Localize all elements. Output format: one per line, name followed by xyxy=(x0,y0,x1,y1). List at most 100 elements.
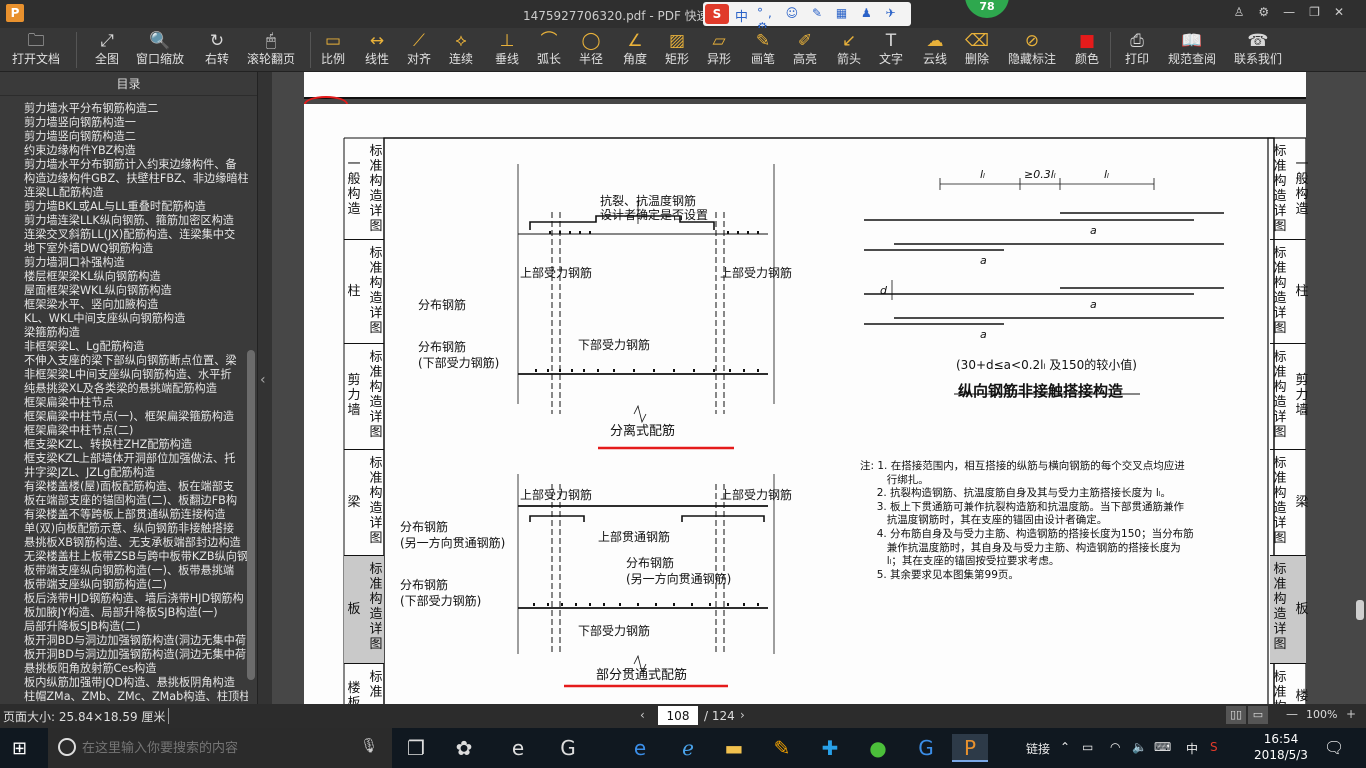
cortana-icon[interactable] xyxy=(58,738,76,756)
right-tab[interactable]: 楼标准构造 xyxy=(1270,664,1308,704)
windows-start-icon[interactable]: ⊞ xyxy=(12,738,27,759)
close-button[interactable]: ✕ xyxy=(1334,5,1358,19)
file-explorer-icon[interactable]: ▬ xyxy=(716,734,752,762)
toc-item[interactable]: 有梁楼盖楼(屋)面板配筋构造、板在端部支 xyxy=(24,480,248,494)
left-tab[interactable]: 一般构造 标准构造详图 xyxy=(344,138,384,240)
keyboard-icon[interactable]: ⌨ xyxy=(1154,740,1171,754)
left-tab[interactable]: 剪力墙 标准构造详图 xyxy=(344,344,384,450)
toc-item[interactable]: 连梁交叉斜筋LL(JX)配筋构造、连梁集中交 xyxy=(24,228,248,242)
volume-icon[interactable]: 🔈 xyxy=(1132,740,1147,754)
left-tab[interactable]: 楼板 标准 xyxy=(344,664,384,704)
toolbar-color-button[interactable]: ■ 颜色 xyxy=(1072,30,1102,70)
toc-item[interactable]: 柱帽ZMa、ZMb、ZMc、ZMab构造、柱顶柱帽 xyxy=(24,690,248,704)
toc-item[interactable]: 单(双)向板配筋示意、纵向钢筋非接触搭接 xyxy=(24,522,248,536)
toolbar-rect-button[interactable]: ▨ 矩形 xyxy=(662,30,692,70)
toc-item[interactable]: 板后浇带HJD钢筋构造、墙后浇带HJD钢筋构 xyxy=(24,592,248,606)
toolbar-eraser-button[interactable]: ⌫ 删除 xyxy=(962,30,992,70)
clock[interactable]: 16:54 2018/5/3 xyxy=(1250,731,1312,763)
toc-item[interactable]: 非框架梁L、Lg配筋构造 xyxy=(24,340,248,354)
sidebar-scrollbar[interactable] xyxy=(247,350,255,680)
wifi-icon[interactable]: ◠ xyxy=(1110,740,1120,754)
single-page-icon[interactable]: ▭ xyxy=(1248,706,1268,724)
app-logo-icon[interactable]: P xyxy=(6,4,24,22)
toc-item[interactable]: KL、WKL中间支座纵向钢筋构造 xyxy=(24,312,248,326)
toc-item[interactable]: 剪力墙洞口补强构造 xyxy=(24,256,248,270)
toc-item[interactable]: 非框架梁L中间支座纵向钢筋构造、水平折 xyxy=(24,368,248,382)
toc-item[interactable]: 地下室外墙DWQ钢筋构造 xyxy=(24,242,248,256)
ime-mode[interactable]: 中 xyxy=(735,6,748,25)
toc-item[interactable]: 剪力墙BKL或AL与LL重叠时配筋构造 xyxy=(24,200,248,214)
prev-page-button[interactable]: ‹ xyxy=(640,708,645,722)
pdf-viewer-task-icon[interactable]: P xyxy=(952,734,988,762)
toolbar-align-button[interactable]: ⟋ 对齐 xyxy=(404,30,434,70)
toolbar-print-button[interactable]: ⎙ 打印 xyxy=(1122,30,1152,70)
view-mode-toggle[interactable]: ▯▯ ▭ xyxy=(1226,706,1274,726)
toolbar-continuous-button[interactable]: ⟡ 连续 xyxy=(446,30,476,70)
toc-item[interactable]: 悬挑板阳角放射筋Ces构造 xyxy=(24,662,248,676)
toc-item[interactable]: 框架扁梁中柱节点 xyxy=(24,396,248,410)
toc-item[interactable]: 有梁楼盖不等跨板上部贯通纵筋连接构造 xyxy=(24,508,248,522)
toolbar-radius-button[interactable]: ◯ 半径 xyxy=(576,30,606,70)
edge-icon[interactable]: e xyxy=(622,734,658,762)
toc-item[interactable]: 纯悬挑梁XL及各类梁的悬挑端配筋构造 xyxy=(24,382,248,396)
taskbar-search-input[interactable] xyxy=(82,738,352,758)
toolbar-hide-button[interactable]: ⊘ 隐藏标注 xyxy=(1006,30,1058,70)
minimize-button[interactable]: — xyxy=(1283,5,1309,19)
microphone-icon[interactable]: 🎙 xyxy=(360,738,378,754)
toolbar-perpendicular-button[interactable]: ⊥ 垂线 xyxy=(492,30,522,70)
sogou-tray-icon[interactable]: S xyxy=(1210,740,1218,754)
toc-item[interactable]: 屋面框架梁WKL纵向钢筋构造 xyxy=(24,284,248,298)
app-green-icon[interactable]: ● xyxy=(860,734,896,762)
toolbar-arc-button[interactable]: ⌒ 弧长 xyxy=(534,30,564,70)
toc-item[interactable]: 不伸入支座的梁下部纵向钢筋断点位置、梁 xyxy=(24,354,248,368)
links-toolbar[interactable]: 链接 xyxy=(1026,740,1050,757)
toc-item[interactable]: 板加腋JY构造、局部升降板SJB构造(一) xyxy=(24,606,248,620)
page-number-input[interactable] xyxy=(658,706,698,725)
right-tab[interactable]: 梁标准构造详图 xyxy=(1270,450,1309,556)
right-tab[interactable]: 柱标准构造详图 xyxy=(1270,240,1309,344)
sogou-icon[interactable]: S xyxy=(705,4,729,24)
toolbar-arrow-button[interactable]: ↙ 箭头 xyxy=(834,30,864,70)
zoom-in-button[interactable]: + xyxy=(1346,707,1356,721)
toolbar-scale-button[interactable]: ▭ 比例 xyxy=(318,30,348,70)
task-view-icon[interactable]: ❐ xyxy=(398,734,434,762)
toolbar-text-button[interactable]: T 文字 xyxy=(876,30,906,70)
right-tab[interactable]: 一般构造 标准构造详图 xyxy=(1270,138,1309,240)
toolbar-linear-button[interactable]: ↔ 线性 xyxy=(362,30,392,70)
toolbar-zoom-button[interactable]: 🔍 窗口缩放 xyxy=(134,30,186,70)
settings-icon[interactable]: ⚙ xyxy=(1258,5,1283,19)
left-tab[interactable]: 梁标准构造详图 xyxy=(344,450,384,556)
ime-toolbar[interactable]: S 中 °, ☺ ✎ ▦ ♟ ✈ ⚙ xyxy=(703,2,911,34)
left-tab[interactable]: 柱标准构造详图 xyxy=(344,240,384,344)
toolbar-rotate-button[interactable]: ↻ 右转 xyxy=(202,30,232,70)
toc-item[interactable]: 框架梁水平、竖向加腋构造 xyxy=(24,298,248,312)
toc-item[interactable]: 剪力墙水平分布钢筋构造二 xyxy=(24,102,248,116)
right-tab[interactable]: 板标准构造详图 xyxy=(1270,556,1309,664)
notification-icon[interactable]: 🗨 xyxy=(1324,738,1344,757)
toolbar-book-button[interactable]: 📖 规范查阅 xyxy=(1166,30,1218,70)
window-controls[interactable]: ♙⚙—❐✕ xyxy=(1234,5,1358,19)
zoom-level[interactable]: 100% xyxy=(1306,708,1337,721)
toc-item[interactable]: 剪力墙连梁LLK纵向钢筋、箍筋加密区构造 xyxy=(24,214,248,228)
toc-item[interactable]: 框支梁KZL、转换柱ZHZ配筋构造 xyxy=(24,438,248,452)
toc-item[interactable]: 剪力墙竖向钢筋构造二 xyxy=(24,130,248,144)
user-icon[interactable]: ♙ xyxy=(1234,5,1259,19)
toolbar-contact-button[interactable]: ☎ 联系我们 xyxy=(1232,30,1284,70)
toc-item[interactable]: 板带端支座纵向钢筋构造(一)、板带悬挑端 xyxy=(24,564,248,578)
chevron-left-icon[interactable]: ‹ xyxy=(260,372,266,388)
toc-item[interactable]: 框支梁KZL上部墙体开洞部位加强做法、托 xyxy=(24,452,248,466)
sidebar-collapse-handle[interactable]: ‹ xyxy=(258,72,272,704)
toc-item[interactable]: 板带端支座纵向钢筋构造(二) xyxy=(24,578,248,592)
toc-item[interactable]: 板开洞BD与洞边加强钢筋构造(洞边无集中荷 xyxy=(24,634,248,648)
toolbar-mouse-button[interactable]: 🖱 滚轮翻页 xyxy=(246,30,296,70)
chevron-up-icon[interactable]: ⌃ xyxy=(1060,740,1070,754)
right-tab[interactable]: 剪力墙 标准构造详图 xyxy=(1270,344,1309,450)
toc-item[interactable]: 楼层框架梁KL纵向钢筋构造 xyxy=(24,270,248,284)
toc-item[interactable]: 板在端部支座的锚固构造(二)、板翻边FB构 xyxy=(24,494,248,508)
toc-item[interactable]: 井字梁JZL、JZLg配筋构造 xyxy=(24,466,248,480)
toc-item[interactable]: 框架扁梁中柱节点(一)、框架扁梁箍筋构造 xyxy=(24,410,248,424)
toolbar-shape-button[interactable]: ▱ 异形 xyxy=(704,30,734,70)
toc-item[interactable]: 剪力墙水平分布钢筋计入约束边缘构件、备 xyxy=(24,158,248,172)
dual-page-icon[interactable]: ▯▯ xyxy=(1226,706,1246,724)
toc-item[interactable]: 板内纵筋加强带JQD构造、悬挑板阴角构造 xyxy=(24,676,248,690)
